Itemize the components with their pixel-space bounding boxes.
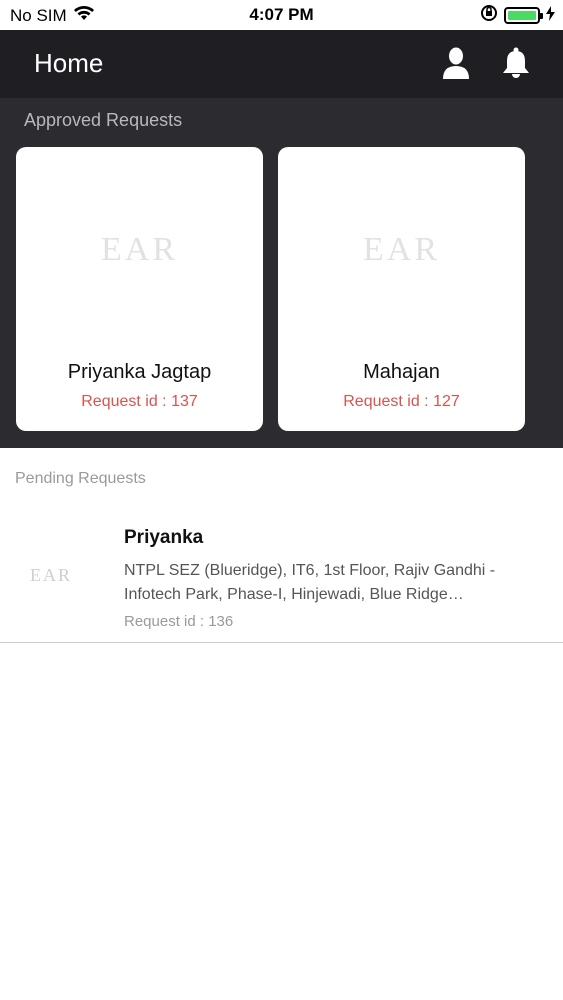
approved-section-title: Approved Requests [24, 110, 183, 130]
ear-logo: EAR [30, 565, 72, 585]
nav-bar: Home [0, 30, 563, 98]
card-request-id: Request id : 127 [343, 393, 460, 410]
pending-name: Priyanka [124, 527, 204, 548]
approved-section: Approved Requests EAR Priyanka Jagtap Re… [0, 98, 563, 448]
bell-icon[interactable] [500, 46, 532, 80]
status-right [480, 4, 555, 27]
card-name: Mahajan [363, 361, 440, 383]
approved-card[interactable]: EAR Mahajan Request id : 127 [278, 147, 525, 431]
approved-card[interactable]: EAR Priyanka Jagtap Request id : 137 [16, 147, 263, 431]
pending-list-item[interactable]: EAR Priyanka NTPL SEZ (Blueridge), IT6, … [0, 505, 563, 643]
card-name: Priyanka Jagtap [67, 361, 212, 383]
pending-address: NTPL SEZ (Blueridge), IT6, 1st Floor, Ra… [124, 562, 496, 603]
battery-level [508, 11, 536, 20]
rotation-lock-icon [480, 4, 498, 27]
pending-request-id: Request id : 136 [124, 613, 234, 630]
page-title: Home [34, 48, 104, 78]
ear-logo: EAR [363, 231, 440, 268]
ear-logo: EAR [101, 231, 178, 268]
card-request-id: Request id : 137 [81, 393, 198, 410]
charging-icon [546, 5, 555, 26]
pending-section-title: Pending Requests [15, 470, 146, 487]
status-time: 4:07 PM [249, 5, 314, 24]
battery-icon [504, 7, 543, 24]
status-bar: No SIM 4:07 PM [0, 0, 563, 30]
profile-icon[interactable] [440, 46, 472, 80]
